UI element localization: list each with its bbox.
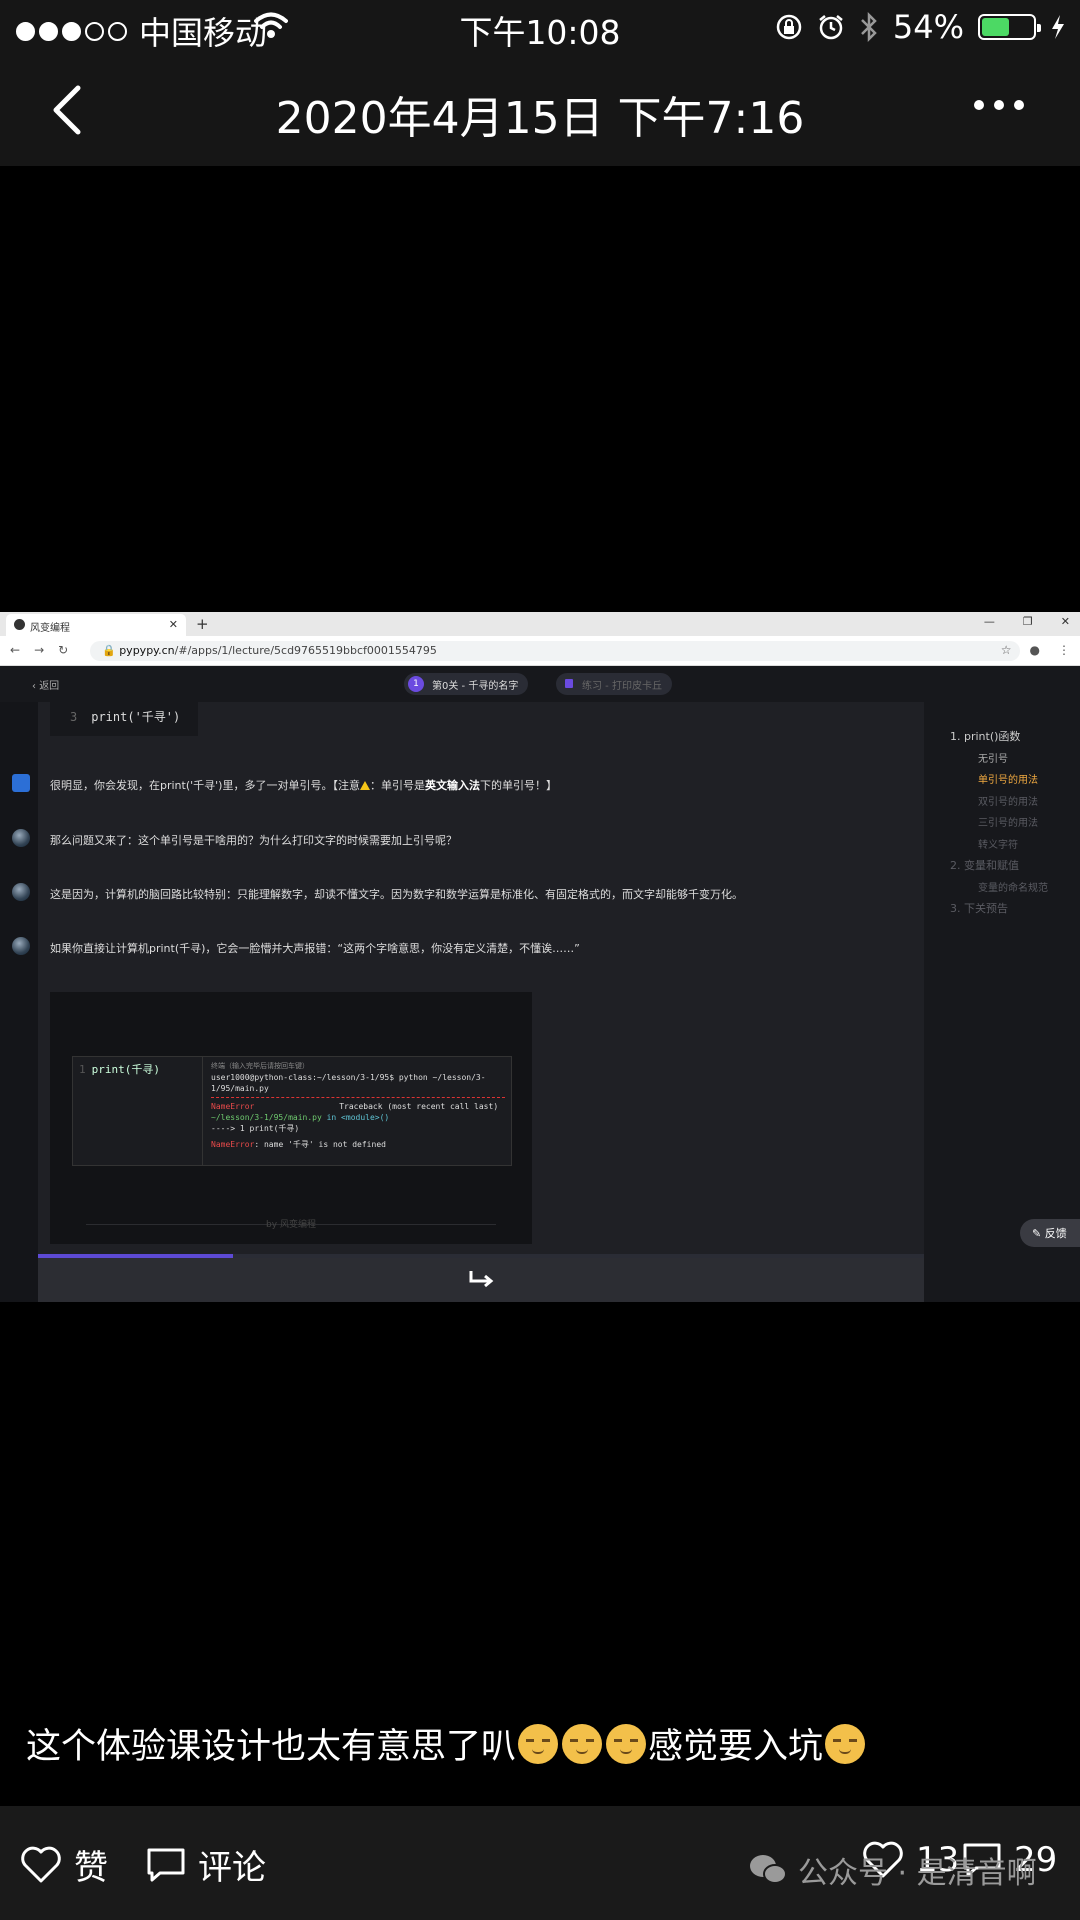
- browser-tab[interactable]: 风变编程 ✕: [6, 614, 186, 636]
- warning-icon: [359, 781, 370, 790]
- toc-item[interactable]: 无引号: [978, 750, 1008, 765]
- level-tab[interactable]: 1 第0关 - 千寻的名字: [404, 673, 529, 695]
- restore-icon[interactable]: ❐: [1023, 615, 1033, 628]
- comment-label: 评论: [198, 1848, 266, 1888]
- menu-kebab-icon[interactable]: ⋮: [1058, 643, 1070, 657]
- bookmark-star-icon[interactable]: ☆: [1001, 643, 1012, 657]
- browser-address-bar: ← → ↻ 🔒 pypypy.cn/#/apps/1/lecture/5cd97…: [0, 636, 1080, 666]
- cat-emoji-icon: [518, 1723, 559, 1764]
- cat-emoji-icon: [562, 1723, 603, 1764]
- more-options-icon[interactable]: [974, 100, 1024, 110]
- wechat-icon: [750, 1855, 787, 1884]
- padlock-icon: [565, 679, 573, 688]
- comment-icon: [147, 1848, 185, 1881]
- avatar: [12, 883, 30, 901]
- minimize-icon[interactable]: —: [984, 615, 995, 628]
- battery-icon: [978, 14, 1041, 40]
- nav-bar: 2020年4月15日 下午7:16: [0, 54, 1080, 166]
- left-rail: [0, 702, 38, 1302]
- practice-tab[interactable]: 练习 - 打印皮卡丘: [556, 673, 672, 695]
- toc-item[interactable]: 双引号的用法: [978, 793, 1038, 808]
- toc-item[interactable]: 2. 变量和赋值: [950, 857, 1019, 873]
- action-bar: 赞 评论 13 29 公众号 · 是清音啊: [0, 1806, 1080, 1920]
- tab-close-icon[interactable]: ✕: [169, 618, 178, 631]
- avatar: [12, 774, 30, 792]
- continue-arrow-icon[interactable]: [468, 1268, 496, 1288]
- bluetooth-icon: [860, 12, 877, 42]
- error-code-editor: 1 print(千寻): [73, 1057, 203, 1165]
- like-button[interactable]: 赞: [20, 1840, 108, 1889]
- toc-item[interactable]: 转义字符: [978, 836, 1018, 851]
- post-image[interactable]: 风变编程 ✕ + — ❐ ✕ ← → ↻ 🔒 pypypy.cn/#/apps/…: [0, 612, 1080, 1302]
- error-terminal: 终端（输入完毕后请按回车键） user1000@python-class:~/l…: [205, 1057, 511, 1165]
- charging-icon: [1052, 15, 1064, 39]
- code-line-number: 3: [70, 710, 78, 724]
- post-caption: 这个体验课设计也太有意思了叭 感觉要入坑: [26, 1718, 867, 1769]
- status-bar: 中国移动 下午10:08 54%: [0, 0, 1080, 54]
- toc-item[interactable]: 变量的命名规范: [978, 879, 1048, 894]
- comment-button[interactable]: 评论: [146, 1840, 266, 1889]
- profile-icon[interactable]: ●: [1030, 643, 1040, 657]
- lock-icon: 🔒: [102, 644, 120, 657]
- error-demo-card: 1 print(千寻) 终端（输入完毕后请按回车键） user1000@pytho…: [50, 992, 532, 1244]
- level-number-badge: 1: [408, 676, 424, 692]
- avatar: [12, 829, 30, 847]
- browser-back-icon[interactable]: ←: [10, 643, 20, 657]
- code-text: print('千寻'): [91, 710, 181, 724]
- chat-message: 这是因为，计算机的脑回路比较特别：只能理解数字，却读不懂文字。因为数字和数学运算…: [50, 888, 743, 901]
- page-title: 2020年4月15日 下午7:16: [275, 93, 805, 144]
- chat-message: 如果你直接让计算机print(千寻)，它会一脸懵并大声报错：“这两个字啥意思，你…: [50, 942, 580, 955]
- chat-message: 那么问题又来了：这个单引号是干啥用的？为什么打印文字的时候需要加上引号呢？: [50, 834, 457, 847]
- cat-emoji-icon: [825, 1723, 866, 1764]
- browser-tab-bar: 风变编程 ✕ + — ❐ ✕: [0, 612, 1080, 636]
- lesson-back-link[interactable]: ‹ 返回: [32, 677, 59, 692]
- battery-percent: 54%: [892, 8, 964, 46]
- toc-item[interactable]: 单引号的用法: [978, 771, 1038, 786]
- heart-icon: [21, 1846, 61, 1882]
- toc-item[interactable]: 三引号的用法: [978, 814, 1038, 829]
- toc-item[interactable]: 1. print()函数: [950, 728, 1020, 744]
- browser-forward-icon[interactable]: →: [34, 643, 44, 657]
- rotation-lock-icon: [776, 14, 802, 40]
- tab-title: 风变编程: [30, 623, 70, 634]
- toc-item[interactable]: 3. 下关预告: [950, 900, 1008, 916]
- watermark: 公众号 · 是清音啊: [748, 1848, 1037, 1892]
- chat-message: 很明显，你会发现，在print('千寻')里，多了一对单引号。【注意 ：单引号是英…: [50, 779, 557, 792]
- lesson-header: ‹ 返回 1 第0关 - 千寻的名字 练习 - 打印皮卡丘: [0, 666, 1080, 702]
- url-domain: pypypy.cn: [119, 644, 175, 657]
- table-of-contents: 1. print()函数无引号单引号的用法 双引号的用法 三引号的用法 转义字符 2. …: [924, 702, 1080, 1302]
- card-footer: by 风变编程: [266, 1220, 316, 1230]
- continue-bar[interactable]: [38, 1258, 924, 1302]
- cat-emoji-icon: [606, 1723, 647, 1764]
- level-label: 第0关 - 千寻的名字: [432, 681, 519, 692]
- practice-label: 练习 - 打印皮卡丘: [582, 681, 662, 692]
- lesson-chat: 3 print('千寻') 很明显，你会发现，在print('千寻')里，多了一对…: [0, 702, 924, 1302]
- close-window-icon[interactable]: ✕: [1061, 615, 1070, 628]
- site-favicon-icon: [14, 619, 25, 630]
- url-path: /#/apps/1/lecture/5cd9765519bbcf00015547…: [174, 644, 437, 657]
- code-snippet: 3 print('千寻'): [50, 702, 198, 736]
- like-label: 赞: [74, 1848, 108, 1888]
- url-field[interactable]: 🔒 pypypy.cn/#/apps/1/lecture/5cd9765519b…: [90, 641, 1020, 661]
- reload-icon[interactable]: ↻: [58, 643, 68, 657]
- avatar: [12, 937, 30, 955]
- alarm-icon: [819, 15, 843, 40]
- feedback-button[interactable]: ✎ 反馈: [1020, 1219, 1080, 1247]
- new-tab-icon[interactable]: +: [196, 615, 209, 633]
